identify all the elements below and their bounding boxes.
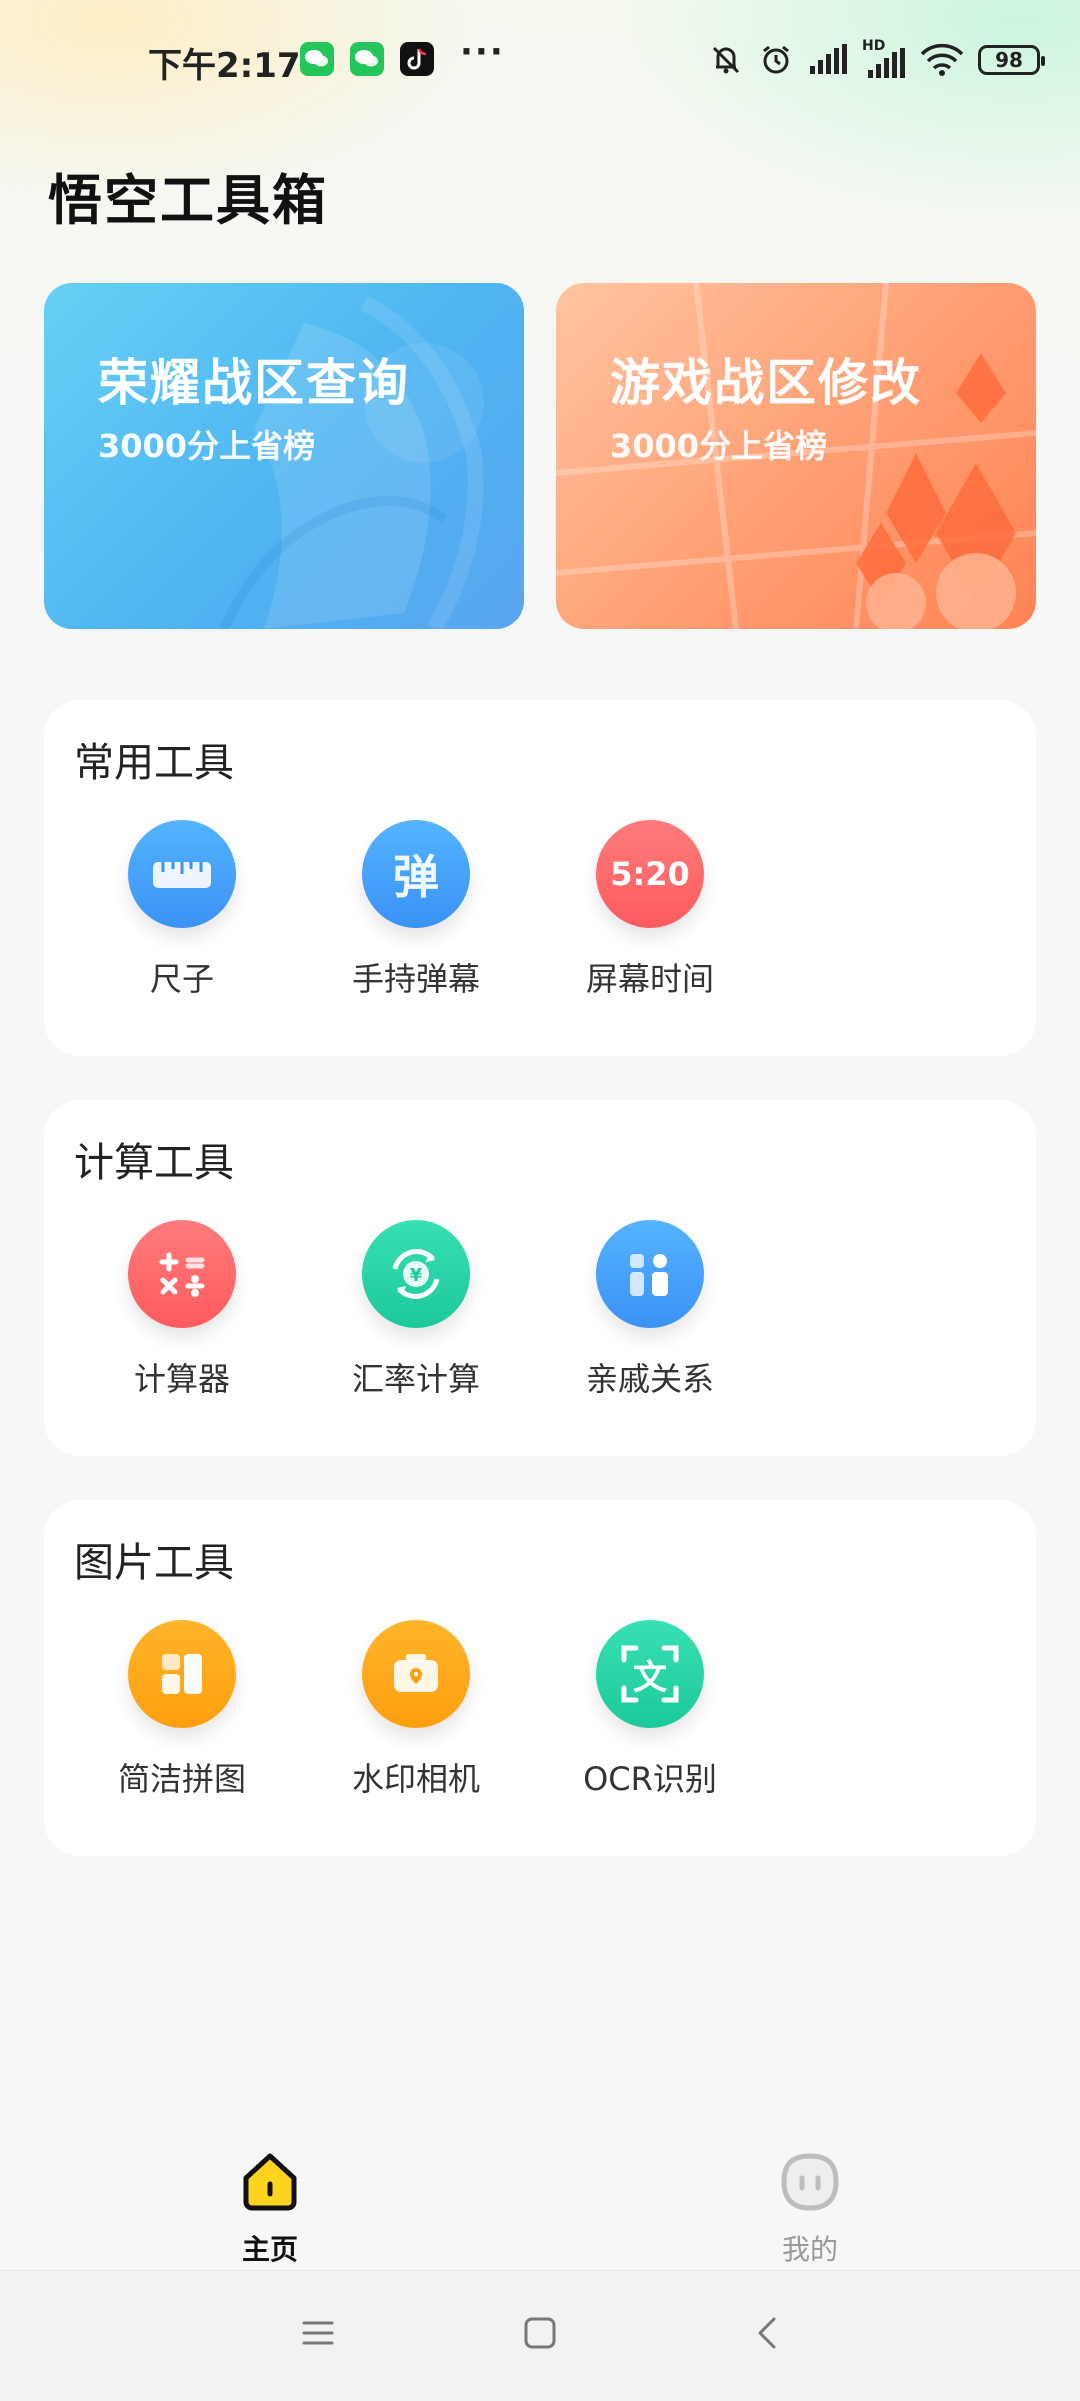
icon-glyph: 5:20 [610,855,690,893]
banner-game-zone-modify[interactable]: 游戏战区修改 3000分上省榜 [556,283,1036,629]
home-square-icon[interactable] [522,2315,558,2351]
bullet-screen-icon: 弹 [362,820,470,928]
icon-glyph: 文 [633,1657,667,1698]
tool-watermark-camera[interactable]: 水印相机 [316,1620,516,1800]
mute-bell-icon [712,46,740,74]
watermark-camera-icon [362,1620,470,1728]
battery-level: 98 [995,48,1023,72]
tool-screen-time[interactable]: 5:20 屏幕时间 [550,820,750,1000]
tool-ruler[interactable]: 尺子 [82,820,282,1000]
wechat-icon [300,42,334,76]
wechat-icon [350,42,384,76]
banner-title: 荣耀战区查询 [98,354,410,412]
banner-subtitle: 3000分上省榜 [98,427,316,465]
ruler-icon [128,820,236,928]
tool-label: 计算器 [133,1360,230,1398]
tool-label: OCR识别 [583,1760,717,1798]
icon-glyph: 弹 [393,850,439,904]
hd-signal-icon: HD [862,38,906,78]
tool-ocr[interactable]: 文 OCR识别 [550,1620,750,1800]
tool-exchange-rate[interactable]: ¥ 汇率计算 [316,1220,516,1400]
section-title: 图片工具 [74,1540,234,1586]
tool-bullet-screen[interactable]: 弹 手持弹幕 [316,820,516,1000]
tool-label: 简洁拼图 [117,1760,246,1798]
section-image-tools: 图片工具 简洁拼图 水印相机 文 OCR识别 [44,1500,1036,1856]
menu-icon[interactable] [300,2315,336,2351]
tool-label: 手持弹幕 [351,960,480,998]
nav-label: 主页 [241,2233,298,2266]
section-calc-tools: 计算工具 计算器 ¥ 汇率计算 亲戚关系 [44,1100,1036,1456]
status-time: 下午2:17 [148,46,301,86]
tool-label: 水印相机 [351,1760,480,1798]
section-common-tools: 常用工具 尺子 弹 手持弹幕 5:20 屏幕时间 [44,700,1036,1056]
nav-home[interactable]: 主页 [170,2150,370,2268]
exchange-rate-icon: ¥ [362,1220,470,1328]
calculator-icon [128,1220,236,1328]
tiktok-icon [400,42,434,76]
wifi-icon [920,43,964,76]
nav-label: 我的 [781,2233,838,2266]
more-notifications-icon: ··· [460,32,505,72]
section-title: 常用工具 [74,740,234,786]
relatives-icon [596,1220,704,1328]
status-bar: 下午2:17 ··· HD 98 [0,0,1080,120]
ocr-icon: 文 [596,1620,704,1728]
tool-collage[interactable]: 简洁拼图 [82,1620,282,1800]
svg-text:¥: ¥ [410,1265,423,1286]
bottom-nav: 主页 我的 [0,2130,1080,2270]
alarm-icon [763,45,789,74]
nav-profile[interactable]: 我的 [710,2150,910,2268]
back-icon[interactable] [750,2315,786,2351]
tool-relatives[interactable]: 亲戚关系 [550,1220,750,1400]
signal-icon [810,44,847,74]
page-title: 悟空工具箱 [48,169,328,232]
screen-time-icon: 5:20 [596,820,704,928]
tool-label: 屏幕时间 [585,960,714,998]
tool-calculator[interactable]: 计算器 [82,1220,282,1400]
tool-label: 尺子 [149,960,214,998]
section-title: 计算工具 [74,1140,234,1186]
battery-indicator: 98 [978,45,1045,75]
tool-label: 亲戚关系 [585,1360,714,1398]
banner-title: 游戏战区修改 [610,354,922,412]
profile-icon [781,2153,839,2211]
system-nav-bar [0,2270,1080,2401]
banner-honor-zone-query[interactable]: 荣耀战区查询 3000分上省榜 [44,283,524,629]
collage-icon [128,1620,236,1728]
home-icon [243,2153,297,2211]
tool-label: 汇率计算 [351,1360,480,1398]
banner-subtitle: 3000分上省榜 [610,427,828,465]
